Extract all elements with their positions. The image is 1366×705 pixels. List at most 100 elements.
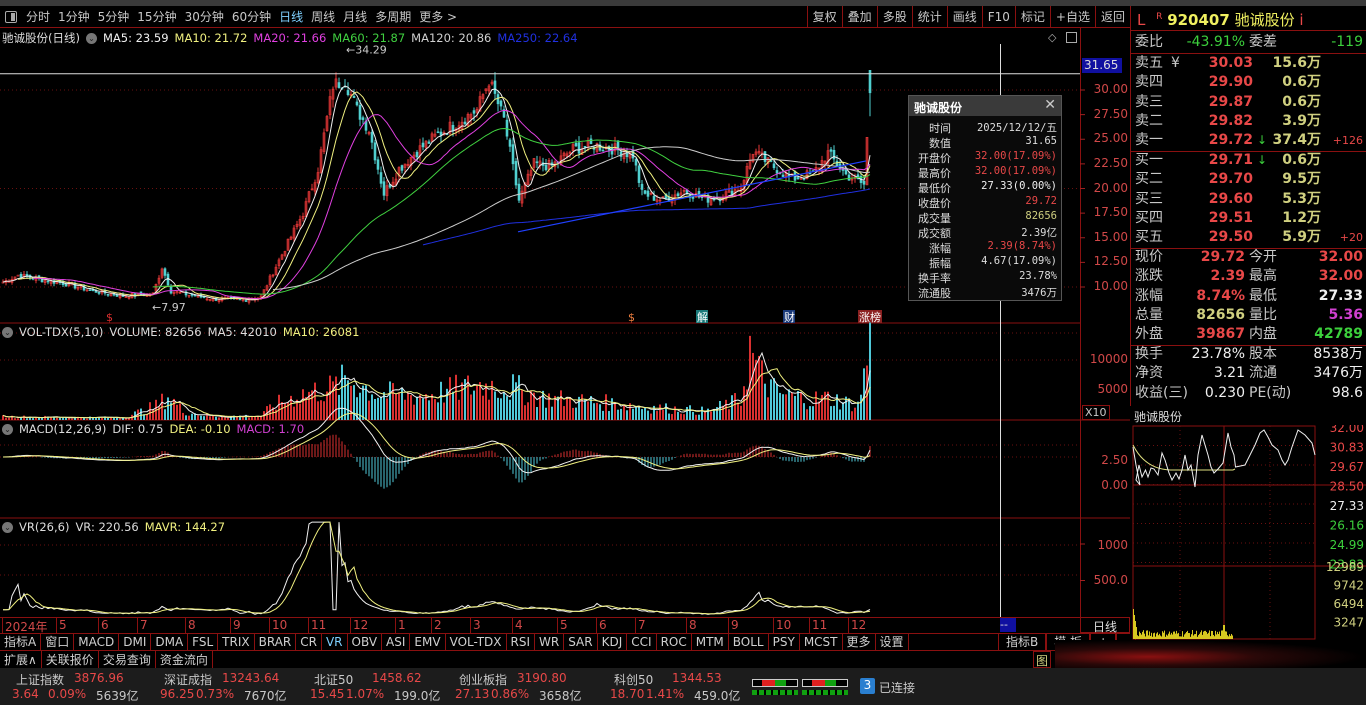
close-icon[interactable]: ✕ bbox=[1044, 97, 1056, 113]
indicator-tab[interactable]: ASI bbox=[382, 633, 411, 651]
period-tab[interactable]: 15分钟 bbox=[133, 8, 180, 25]
candle-body bbox=[637, 165, 641, 183]
period-tab[interactable]: 月线 bbox=[339, 8, 371, 25]
extension-tab[interactable]: 关联报价 bbox=[42, 650, 99, 669]
macd-options-icon[interactable]: ⌄ bbox=[2, 423, 13, 435]
indicator-tab[interactable]: KDJ bbox=[598, 633, 628, 651]
volume-bar bbox=[638, 406, 640, 420]
indicator-tab[interactable]: DMI bbox=[119, 633, 152, 651]
chart-toggle-button[interactable]: 图 bbox=[1033, 651, 1051, 668]
toolbar-button[interactable]: 统计 bbox=[911, 6, 947, 28]
candle-body bbox=[508, 139, 512, 147]
candle-body bbox=[352, 95, 356, 98]
toolbar-button[interactable]: F10 bbox=[981, 6, 1015, 28]
indicator-tab[interactable]: DMA bbox=[151, 633, 189, 651]
index-name[interactable]: 创业板指 bbox=[459, 671, 507, 688]
volume-bar bbox=[140, 408, 142, 420]
indicator-tab[interactable]: MACD bbox=[74, 633, 120, 651]
volume-bar bbox=[305, 396, 307, 420]
stat-row: 现价 29.72 今开 32.00 bbox=[1135, 248, 1365, 267]
stat-label: 内盘 bbox=[1249, 326, 1277, 343]
vr-options-icon[interactable]: ⌄ bbox=[2, 521, 13, 533]
date-tick: 6 bbox=[98, 618, 109, 633]
indicator-tab[interactable]: MCST bbox=[800, 633, 843, 651]
period-tab[interactable]: 5分钟 bbox=[94, 8, 134, 25]
index-name[interactable]: 深证成指 bbox=[164, 671, 212, 688]
date-tick: 1 bbox=[395, 618, 406, 633]
indicator-tab[interactable]: PSY bbox=[769, 633, 800, 651]
toolbar-button[interactable]: 标记 bbox=[1014, 6, 1050, 28]
tooltip-key: 涨幅 bbox=[929, 242, 951, 255]
intraday-chart[interactable]: 32.0030.8329.6728.5027.3326.1624.9923.83… bbox=[1130, 425, 1366, 640]
macd-name: MACD(12,26,9) bbox=[19, 422, 107, 436]
period-tab[interactable]: 分时 bbox=[22, 8, 54, 25]
index-name[interactable]: 北证50 bbox=[314, 671, 353, 688]
indicator-tab[interactable]: VR bbox=[322, 633, 348, 651]
toolbar-button[interactable]: 叠加 bbox=[841, 6, 877, 28]
index-value: 13243.64 bbox=[222, 671, 280, 685]
indicator-tab[interactable]: WR bbox=[535, 633, 565, 651]
fund-value: 0.230 bbox=[1204, 384, 1245, 401]
indicator-tab[interactable]: SAR bbox=[564, 633, 598, 651]
extension-tab[interactable]: 资金流向 bbox=[156, 650, 213, 669]
period-tab[interactable]: 日线 bbox=[275, 8, 307, 25]
info-icon[interactable]: i bbox=[1299, 11, 1303, 29]
high-price-label: ←34.29 bbox=[346, 44, 387, 57]
indicator-tab[interactable]: MTM bbox=[692, 633, 729, 651]
indicator-tab[interactable]: VOL-TDX bbox=[446, 633, 507, 651]
intraday-volume-bar bbox=[1184, 634, 1185, 639]
vol-unit-badge[interactable]: X10 bbox=[1082, 405, 1110, 420]
toolbar-button[interactable]: 返回 bbox=[1094, 6, 1130, 28]
level-price: 29.70 bbox=[1208, 171, 1253, 188]
indicator-tab[interactable]: 设置 bbox=[876, 633, 909, 651]
date-tick: 7 bbox=[137, 618, 148, 633]
toolbar-button[interactable]: 画线 bbox=[946, 6, 982, 28]
indicator-tab[interactable]: 更多 bbox=[843, 633, 876, 651]
level-label: 买三 bbox=[1135, 190, 1163, 207]
intraday-volume-bar bbox=[1200, 632, 1201, 639]
template-tab[interactable]: 指标B bbox=[998, 633, 1047, 651]
period-tab[interactable]: 1分钟 bbox=[54, 8, 94, 25]
indicator-tab[interactable]: CR bbox=[296, 633, 322, 651]
indicator-tab[interactable]: 窗口 bbox=[41, 633, 75, 651]
toolbar-button[interactable]: +自选 bbox=[1049, 6, 1095, 28]
candle-body bbox=[577, 142, 581, 154]
period-tab[interactable]: 多周期 bbox=[371, 8, 415, 25]
indicator-tab[interactable]: RSI bbox=[507, 633, 536, 651]
intraday-volume-bar bbox=[1167, 635, 1168, 639]
volume-bar bbox=[470, 394, 472, 420]
indicator-tab[interactable]: 指标A bbox=[0, 633, 42, 651]
down-arrow-icon: ↓ bbox=[1257, 153, 1268, 167]
vol-options-icon[interactable]: ⌄ bbox=[2, 326, 13, 338]
indicator-tab[interactable]: CCI bbox=[627, 633, 657, 651]
extension-tab[interactable]: 扩展∧ bbox=[0, 650, 42, 669]
indicator-tab[interactable]: FSL bbox=[188, 633, 219, 651]
index-name[interactable]: 科创50 bbox=[614, 671, 653, 688]
toolbar-button[interactable]: 复权 bbox=[806, 6, 842, 28]
connection-status[interactable]: 已连接 bbox=[879, 679, 915, 696]
indicator-tab[interactable]: TRIX bbox=[218, 633, 255, 651]
period-tab[interactable]: 60分钟 bbox=[228, 8, 275, 25]
intraday-volume-bar bbox=[1177, 633, 1178, 639]
extension-tab[interactable]: 交易查询 bbox=[99, 650, 156, 669]
volume-bar bbox=[518, 375, 520, 420]
volume-bar bbox=[404, 399, 406, 420]
index-pct: 0.09% bbox=[48, 687, 87, 701]
period-tab[interactable]: 周线 bbox=[307, 8, 339, 25]
daily-tab[interactable]: 日线 bbox=[1080, 617, 1130, 634]
indicator-tab[interactable]: BRAR bbox=[255, 633, 297, 651]
index-name[interactable]: 上证指数 bbox=[16, 671, 64, 688]
period-tab[interactable]: 30分钟 bbox=[181, 8, 228, 25]
fundamental-row: 净资 3.21 流通 3476万 bbox=[1135, 364, 1365, 383]
indicator-tab[interactable]: EMV bbox=[410, 633, 446, 651]
intraday-volume-bar bbox=[1153, 633, 1154, 639]
intraday-price-label: 30.83 bbox=[1330, 441, 1364, 455]
indicator-tab[interactable]: BOLL bbox=[729, 633, 769, 651]
volume-bar bbox=[845, 396, 847, 420]
indicator-tab[interactable]: OBV bbox=[348, 633, 383, 651]
period-tab[interactable]: 更多 > bbox=[415, 8, 461, 25]
indicator-tab[interactable]: ROC bbox=[657, 633, 692, 651]
toolbar-button[interactable]: 多股 bbox=[876, 6, 912, 28]
fund-label: 净资 bbox=[1135, 365, 1163, 382]
sidebar-toggle-icon[interactable] bbox=[5, 10, 17, 23]
